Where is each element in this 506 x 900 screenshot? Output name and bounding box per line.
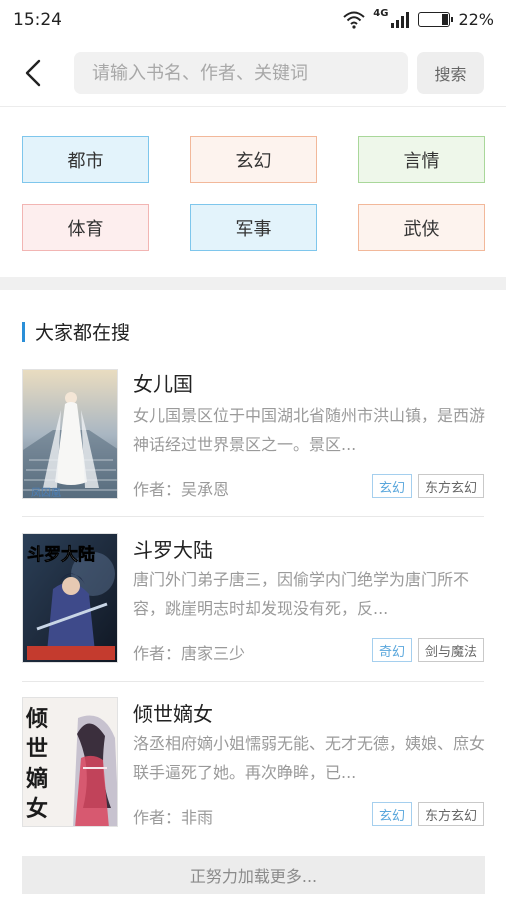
svg-text:世: 世: [26, 736, 48, 762]
category-chip[interactable]: 言情: [358, 136, 485, 183]
book-tag[interactable]: 玄幻: [371, 474, 412, 498]
book-title: 女儿国: [133, 372, 193, 396]
book-tag[interactable]: 东方玄幻: [417, 474, 484, 498]
svg-text:凤囚凰: 凤囚凰: [31, 487, 61, 499]
category-chip[interactable]: 武侠: [358, 204, 485, 251]
category-chip[interactable]: 玄幻: [190, 136, 317, 183]
section-title: 大家都在搜: [35, 322, 131, 344]
book-tags: 玄幻 东方玄幻: [371, 474, 484, 498]
battery-percent: 22%: [458, 10, 494, 29]
load-more-indicator[interactable]: 正努力加载更多...: [22, 856, 485, 894]
book-author: 作者：吴承恩: [133, 480, 230, 499]
book-cover: 倾 世 嫡 女: [22, 697, 118, 827]
book-description: 女儿国景区位于中国湖北省随州市洪山镇，是西游神话经过世界景区之一。景区...: [133, 406, 486, 454]
search-button[interactable]: 搜索: [417, 52, 484, 94]
battery-icon: [418, 12, 454, 27]
cover-lady-icon: 倾 世 嫡 女: [23, 698, 117, 826]
book-tags: 玄幻 东方玄幻: [371, 802, 484, 826]
signal-icon: [391, 11, 410, 28]
category-chip[interactable]: 都市: [22, 136, 149, 183]
book-description: 唐门外门弟子唐三，因偷学内门绝学为唐门所不容，跳崖明志时却发现没有死，反...: [133, 570, 470, 618]
svg-text:嫡: 嫡: [26, 766, 48, 792]
book-item[interactable]: 凤囚凰 女儿国 女儿国景区位于中国湖北省随州市洪山镇，是西游神话经过世界景区之一…: [0, 360, 506, 520]
cover-title: 斗罗大陆: [27, 544, 95, 565]
book-item[interactable]: 倾 世 嫡 女 倾世嫡女 洛丞相府嫡小姐懦弱无能、无才无德，姨娘、庶女联手逼死了…: [0, 688, 506, 848]
book-tag[interactable]: 剑与魔法: [417, 638, 484, 662]
section-accent-bar: [22, 321, 25, 342]
book-cover: 斗罗大陆: [22, 533, 118, 663]
search-input[interactable]: [74, 52, 408, 94]
status-bar: 15:24 4G 22%: [0, 0, 506, 40]
network-type: 4G: [373, 8, 389, 19]
book-author: 作者：唐家三少: [133, 644, 246, 663]
category-chip[interactable]: 军事: [190, 204, 317, 251]
book-title: 倾世嫡女: [133, 702, 213, 726]
book-tag[interactable]: 玄幻: [371, 802, 412, 826]
cover-bride-icon: 凤囚凰: [23, 370, 117, 499]
book-title: 斗罗大陆: [133, 538, 213, 562]
section-header: 大家都在搜: [22, 318, 130, 345]
back-button[interactable]: [18, 54, 48, 92]
status-time: 15:24: [13, 10, 62, 30]
list-divider: [22, 681, 484, 682]
search-header: 搜索: [0, 40, 506, 106]
list-divider: [22, 516, 484, 517]
wifi-icon: [343, 11, 365, 29]
svg-text:倾: 倾: [25, 706, 48, 732]
svg-text:女: 女: [26, 796, 48, 822]
book-item[interactable]: 斗罗大陆 斗罗大陆 唐门外门弟子唐三，因偷学内门绝学为唐门所不容，跳崖明志时却发…: [0, 524, 506, 684]
section-gap: [0, 277, 506, 290]
book-tags: 奇幻 剑与魔法: [371, 638, 484, 662]
book-tag[interactable]: 东方玄幻: [417, 802, 484, 826]
chevron-left-icon: [25, 59, 41, 87]
status-icons: 4G 22%: [343, 8, 494, 29]
category-grid: 都市 玄幻 言情 体育 军事 武侠: [0, 107, 506, 277]
book-author: 作者：非雨: [133, 808, 214, 827]
book-cover: 凤囚凰: [22, 369, 118, 499]
category-chip[interactable]: 体育: [22, 204, 149, 251]
book-description: 洛丞相府嫡小姐懦弱无能、无才无德，姨娘、庶女联手逼死了她。再次睁眸，已...: [133, 734, 486, 782]
book-tag[interactable]: 奇幻: [371, 638, 412, 662]
cover-warrior-icon: 斗罗大陆: [23, 534, 117, 662]
